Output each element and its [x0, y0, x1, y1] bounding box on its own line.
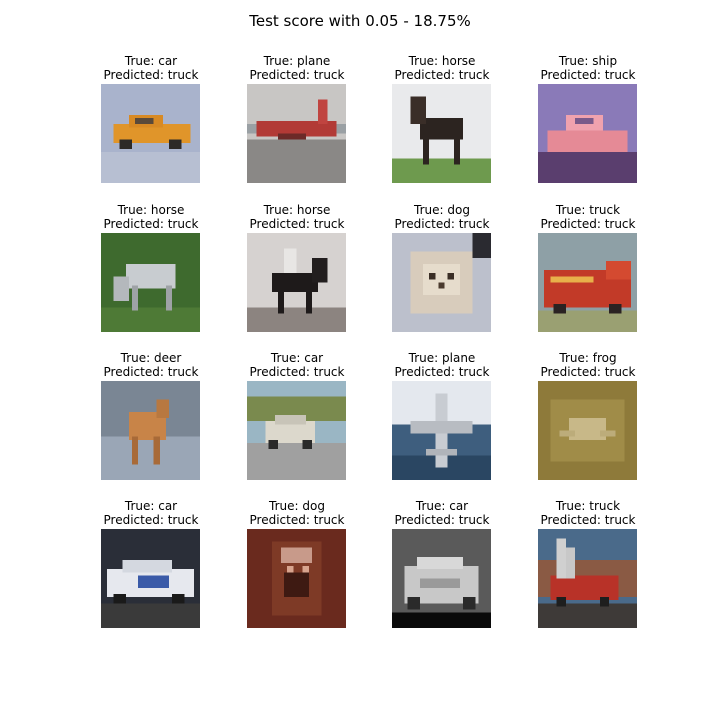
figure-title: Test score with 0.05 - 18.75% [249, 12, 471, 30]
ship-image [538, 84, 637, 183]
true-label: True: ship [558, 54, 618, 68]
car-image [101, 84, 200, 183]
horse-image [392, 84, 491, 183]
horse-image [101, 233, 200, 332]
dog-image [247, 529, 346, 628]
predicted-label: Predicted: truck [540, 217, 636, 231]
deer-image [101, 381, 200, 480]
frog-image [538, 381, 637, 480]
plane-image [247, 84, 346, 183]
true-label: True: frog [559, 351, 617, 365]
dog-image [392, 233, 491, 332]
predicted-label: Predicted: truck [540, 68, 636, 82]
police-car-image [101, 529, 200, 628]
true-label: True: truck [555, 499, 621, 513]
suv-image [247, 381, 346, 480]
fire-truck-image [538, 529, 637, 628]
true-label: True: truck [555, 203, 621, 217]
predicted-label: Predicted: truck [540, 365, 636, 379]
predicted-label: Predicted: truck [540, 513, 636, 527]
horse-rider-image [247, 233, 346, 332]
fire-truck-image [538, 233, 637, 332]
car-image [392, 529, 491, 628]
jet-image [392, 381, 491, 480]
